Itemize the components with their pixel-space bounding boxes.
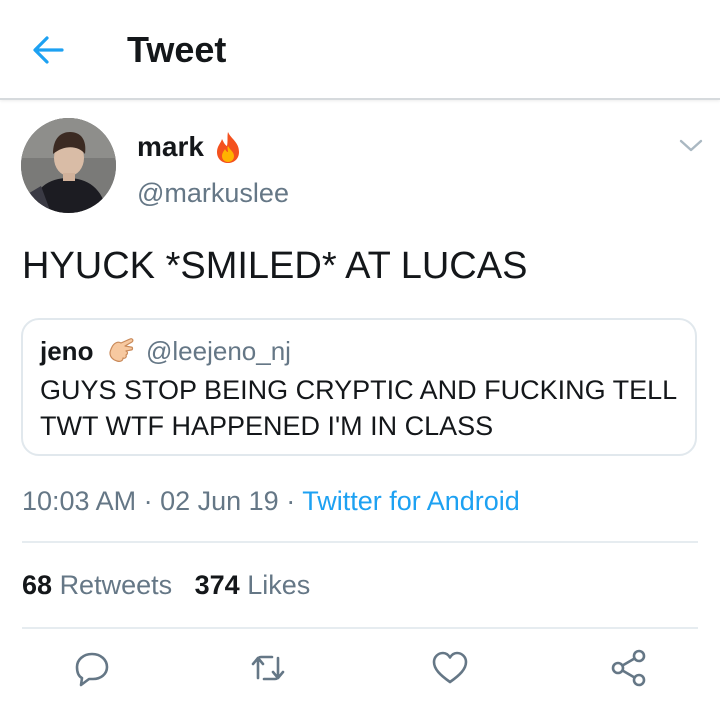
quoted-author-handle: @leejeno_nj [146,336,291,366]
fire-icon [217,132,239,163]
reply-icon[interactable] [72,648,112,688]
retweets-stat[interactable]: 68 Retweets [22,570,172,600]
avatar-photo [21,118,116,213]
pointing-hand-icon [109,338,134,362]
tweet-source-link[interactable]: Twitter for Android [302,486,520,516]
tweet-time: 10:03 AM [22,486,137,516]
quoted-tweet-card[interactable]: jeno @leejeno_nj GUYS STOP BEING CRYPTIC… [21,318,697,456]
app-header: Tweet [0,0,720,100]
divider [22,627,698,629]
quoted-tweet-text: GUYS STOP BEING CRYPTIC AND FUCKING TELL… [40,375,677,441]
author-name[interactable]: mark [137,130,204,164]
page-title: Tweet [127,29,227,70]
arrow-left-icon[interactable] [30,32,66,68]
meta-separator: · [136,486,161,516]
retweets-label: Retweets [59,570,173,600]
engagement-stats: 68 Retweets 374 Likes [22,568,310,602]
quoted-author-name: jeno [40,336,94,366]
likes-label: Likes [247,570,311,600]
tweet-date: 02 Jun 19 [160,486,279,516]
retweets-count: 68 [22,570,53,600]
retweet-icon[interactable] [248,648,288,688]
likes-count: 374 [194,570,240,600]
like-icon[interactable] [430,648,470,688]
tweet-metadata: 10:03 AM · 02 Jun 19 · Twitter for Andro… [22,484,520,518]
avatar[interactable] [21,118,116,213]
author-handle[interactable]: @markuslee [137,177,289,209]
chevron-down-icon[interactable] [678,136,704,154]
tweet-text: HYUCK *SMILED* AT LUCAS [22,245,528,287]
share-icon[interactable] [609,648,649,688]
likes-stat[interactable]: 374 Likes [195,570,311,600]
divider [22,541,698,543]
meta-separator: · [278,486,303,516]
